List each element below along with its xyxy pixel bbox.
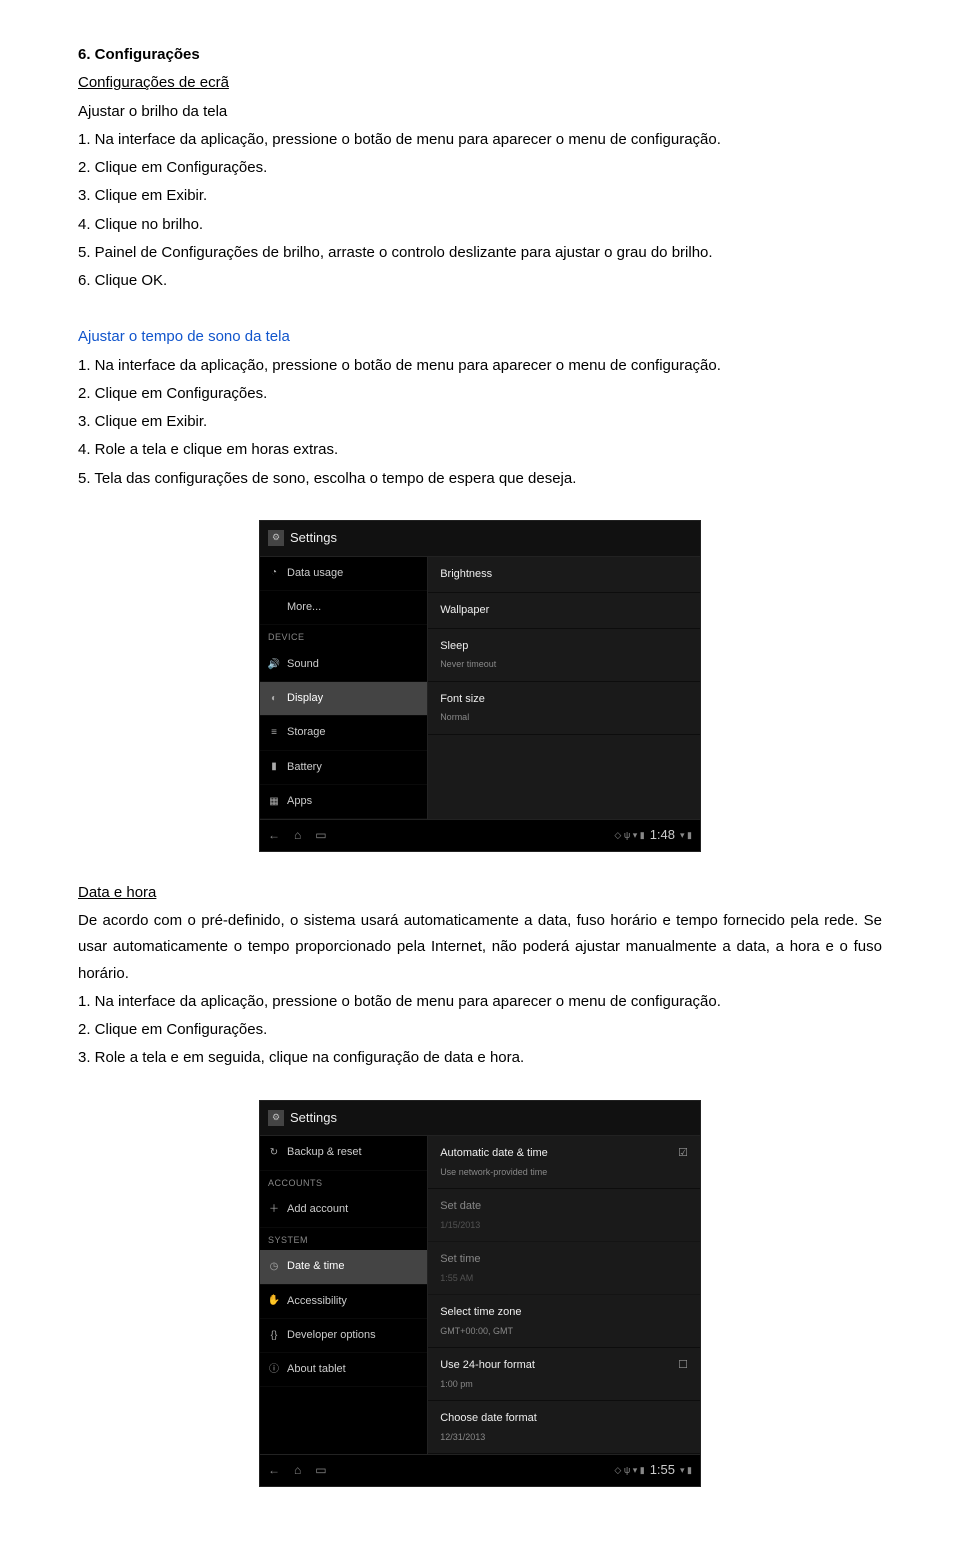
settings-icon[interactable]: ⚙ bbox=[268, 530, 284, 546]
sidebar-item-backup[interactable]: ↻ Backup & reset bbox=[260, 1136, 427, 1170]
sound-icon: 🔊 bbox=[268, 658, 280, 670]
battery-icon: ▮ bbox=[268, 761, 280, 773]
step: 3. Clique em Exibir. bbox=[78, 409, 882, 435]
sidebar-item-add-account[interactable]: ＋ Add account bbox=[260, 1193, 427, 1227]
clock-icon: ◷ bbox=[268, 1261, 280, 1273]
sidebar-item-data-usage[interactable]: ◔ Data usage bbox=[260, 557, 427, 591]
step: 6. Clique OK. bbox=[78, 268, 882, 294]
wifi-icon: ▾ ▮ bbox=[680, 1463, 692, 1479]
sidebar-item-storage[interactable]: ≡ Storage bbox=[260, 716, 427, 750]
status-icon: ◇ ψ ▾ ▮ bbox=[614, 1463, 644, 1479]
wifi-icon: ▾ ▮ bbox=[680, 828, 692, 844]
info-icon: ⓘ bbox=[268, 1364, 280, 1376]
back-icon[interactable]: ← bbox=[268, 1460, 280, 1481]
storage-icon: ≡ bbox=[268, 727, 280, 739]
label: Apps bbox=[287, 792, 312, 811]
step: 1. Na interface da aplicação, pressione … bbox=[78, 127, 882, 153]
label: Data usage bbox=[287, 564, 343, 583]
display-icon: ◐ bbox=[268, 693, 280, 705]
plus-icon: ＋ bbox=[268, 1204, 280, 1216]
sidebar-item-apps[interactable]: ▦ Apps bbox=[260, 785, 427, 819]
brightness-heading: Ajustar o brilho da tela bbox=[78, 99, 882, 125]
hand-icon: ✋ bbox=[268, 1295, 280, 1307]
sidebar-item-accessibility[interactable]: ✋ Accessibility bbox=[260, 1285, 427, 1319]
step: 4. Role a tela e clique em horas extras. bbox=[78, 437, 882, 463]
setting-font-size[interactable]: Font sizeNormal bbox=[428, 682, 700, 735]
backup-icon: ↻ bbox=[268, 1147, 280, 1159]
settings-icon[interactable]: ⚙ bbox=[268, 1110, 284, 1126]
label: More... bbox=[287, 598, 321, 617]
android-settings-screenshot-datetime: ⚙ Settings ↻ Backup & reset ACCOUNTS ＋ Add… bbox=[259, 1100, 701, 1488]
sidebar-item-sound[interactable]: 🔊 Sound bbox=[260, 648, 427, 682]
status-time: 1:48 bbox=[650, 824, 675, 847]
step: 4. Clique no brilho. bbox=[78, 212, 882, 238]
home-icon[interactable]: ⌂ bbox=[294, 1460, 301, 1481]
step: 3. Role a tela e em seguida, clique na c… bbox=[78, 1045, 882, 1071]
sidebar-item-more[interactable]: More... bbox=[260, 591, 427, 625]
android-settings-screenshot-display: ⚙ Settings ◔ Data usage More... DEVICE 🔊 S… bbox=[259, 520, 701, 852]
date-time-paragraph: De acordo com o pré-definido, o sistema … bbox=[78, 908, 882, 987]
sidebar-item-developer[interactable]: {} Developer options bbox=[260, 1319, 427, 1353]
sidebar-item-date-time[interactable]: ◷ Date & time bbox=[260, 1250, 427, 1284]
sidebar-category-accounts: ACCOUNTS bbox=[260, 1171, 427, 1194]
apps-icon: ▦ bbox=[268, 795, 280, 807]
braces-icon: {} bbox=[268, 1329, 280, 1341]
label: Backup & reset bbox=[287, 1143, 362, 1162]
setting-set-date[interactable]: Set date1/15/2013 bbox=[428, 1189, 700, 1242]
label: Display bbox=[287, 689, 323, 708]
sidebar-category-device: DEVICE bbox=[260, 625, 427, 648]
page-title: 6. Configurações bbox=[78, 42, 882, 68]
setting-wallpaper[interactable]: Wallpaper bbox=[428, 593, 700, 629]
settings-title: Settings bbox=[290, 1107, 337, 1130]
sidebar-item-display[interactable]: ◐ Display bbox=[260, 682, 427, 716]
setting-auto-datetime[interactable]: ☑Automatic date & timeUse network-provid… bbox=[428, 1136, 700, 1189]
setting-brightness[interactable]: Brightness bbox=[428, 557, 700, 593]
recent-icon[interactable]: ▭ bbox=[315, 1460, 326, 1481]
label: Developer options bbox=[287, 1326, 376, 1345]
label: Sound bbox=[287, 655, 319, 674]
sidebar-item-about[interactable]: ⓘ About tablet bbox=[260, 1353, 427, 1387]
sidebar-category-system: SYSTEM bbox=[260, 1228, 427, 1251]
section-screen-config: Configurações de ecrã bbox=[78, 70, 882, 96]
step: 2. Clique em Configurações. bbox=[78, 1017, 882, 1043]
step: 3. Clique em Exibir. bbox=[78, 183, 882, 209]
label: Battery bbox=[287, 758, 322, 777]
status-time: 1:55 bbox=[650, 1459, 675, 1482]
sleep-heading: Ajustar o tempo de sono da tela bbox=[78, 324, 882, 350]
settings-title: Settings bbox=[290, 527, 337, 550]
label: About tablet bbox=[287, 1360, 346, 1379]
checkbox-checked-icon[interactable]: ☑ bbox=[678, 1144, 688, 1163]
step: 2. Clique em Configurações. bbox=[78, 381, 882, 407]
label: Add account bbox=[287, 1200, 348, 1219]
home-icon[interactable]: ⌂ bbox=[294, 825, 301, 846]
setting-date-format[interactable]: Choose date format12/31/2013 bbox=[428, 1401, 700, 1454]
setting-timezone[interactable]: Select time zoneGMT+00:00, GMT bbox=[428, 1295, 700, 1348]
label: Storage bbox=[287, 723, 326, 742]
section-date-time: Data e hora bbox=[78, 880, 882, 906]
back-icon[interactable]: ← bbox=[268, 825, 280, 846]
step: 5. Tela das configurações de sono, escol… bbox=[78, 466, 882, 492]
setting-sleep[interactable]: SleepNever timeout bbox=[428, 629, 700, 682]
status-icon: ◇ ψ ▾ ▮ bbox=[614, 828, 644, 844]
data-icon: ◔ bbox=[268, 567, 280, 579]
setting-24hour[interactable]: ☐Use 24-hour format1:00 pm bbox=[428, 1348, 700, 1401]
checkbox-unchecked-icon[interactable]: ☐ bbox=[678, 1356, 688, 1375]
step: 2. Clique em Configurações. bbox=[78, 155, 882, 181]
label: Accessibility bbox=[287, 1292, 347, 1311]
step: 5. Painel de Configurações de brilho, ar… bbox=[78, 240, 882, 266]
setting-set-time[interactable]: Set time1:55 AM bbox=[428, 1242, 700, 1295]
step: 1. Na interface da aplicação, pressione … bbox=[78, 989, 882, 1015]
step: 1. Na interface da aplicação, pressione … bbox=[78, 353, 882, 379]
recent-icon[interactable]: ▭ bbox=[315, 825, 326, 846]
label: Date & time bbox=[287, 1257, 344, 1276]
sidebar-item-battery[interactable]: ▮ Battery bbox=[260, 751, 427, 785]
